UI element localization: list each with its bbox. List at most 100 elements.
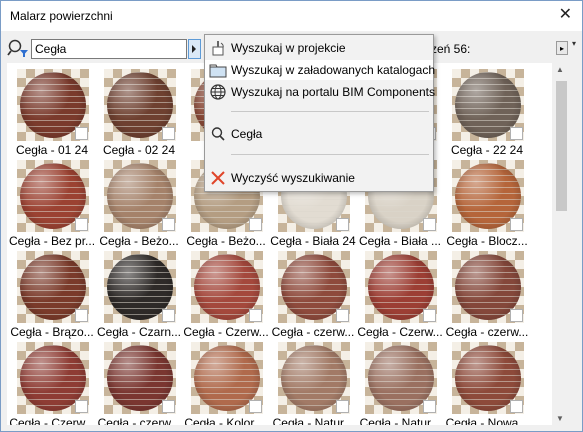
folder-icon [209,64,227,78]
material-checkbox[interactable] [162,127,175,140]
search-filter-icon[interactable] [7,38,29,58]
menu-item-search-in-loaded-libraries[interactable]: Wyszukaj w załadowanych katalogach [205,60,435,80]
material-label: Cegła - Czerw... [183,325,269,339]
material-thumbnail[interactable] [17,69,89,141]
material-thumbnail[interactable] [452,342,524,414]
material-checkbox[interactable] [423,309,436,322]
material-checkbox[interactable] [336,218,349,231]
menu-item-label: Wyszukaj w projekcie [231,41,346,55]
material-label: Cegła - Beżo... [99,234,179,248]
material-thumbnail[interactable] [104,251,176,323]
search-icon [211,127,225,141]
menu-item-label: Wyszukaj w załadowanych katalogach [231,63,435,77]
chevron-right-icon [192,45,196,53]
search-input[interactable] [32,40,188,58]
material-checkbox[interactable] [249,218,262,231]
material-checkbox[interactable] [510,400,523,413]
material-thumbnail[interactable] [17,160,89,232]
material-tile[interactable]: Cegła - Czarn... [96,249,182,339]
material-checkbox[interactable] [162,218,175,231]
material-thumbnail[interactable] [104,69,176,141]
material-tile[interactable]: Cegła - Czerw... [9,340,95,425]
material-thumbnail[interactable] [278,342,350,414]
material-checkbox[interactable] [336,400,349,413]
material-thumbnail[interactable] [365,251,437,323]
search-field[interactable] [31,39,188,59]
scrollbar-thumb[interactable] [556,81,567,211]
material-label: Cegła - 02 24 [102,143,176,157]
chevron-down-icon[interactable]: ▾ [572,39,576,48]
material-label: Cegła - Blocz... [446,234,528,248]
material-label: Cegła - Czarn... [96,325,182,339]
window-title: Malarz powierzchni [10,9,113,23]
material-checkbox[interactable] [75,218,88,231]
material-thumbnail[interactable] [191,251,263,323]
material-tile[interactable]: Cegła - Nowa... [444,340,530,425]
menu-item-search-in-project[interactable]: Wyszukaj w projekcie [205,38,433,58]
material-tile[interactable]: Cegła - czerw... [96,340,182,425]
menu-item-recent-search[interactable]: Cegła [205,124,433,144]
material-thumbnail[interactable] [17,251,89,323]
material-checkbox[interactable] [423,400,436,413]
material-checkbox[interactable] [510,309,523,322]
material-tile[interactable]: Cegła - Czerw... [357,249,443,339]
scroll-down-icon[interactable]: ▼ [556,414,564,423]
material-thumbnail[interactable] [191,342,263,414]
menu-item-clear-search[interactable]: Wyczyść wyszukiwanie [205,168,433,188]
material-label: Cegła - czerw... [97,416,181,425]
surface-painter-window: Malarz powierzchni ✕ czeń 56: ▸ ▾ Cegła … [0,0,583,432]
material-tile[interactable]: Cegła - Natur... [270,340,356,425]
material-checkbox[interactable] [336,309,349,322]
menu-item-search-bim-components[interactable]: Wyszukaj na portalu BIM Components [205,82,435,102]
material-thumbnail[interactable] [104,160,176,232]
material-checkbox[interactable] [75,309,88,322]
material-thumbnail[interactable] [365,342,437,414]
material-label: Cegła - czerw... [271,325,355,339]
material-label: Cegła - Nowa... [445,416,529,425]
scroll-up-icon[interactable]: ▲ [556,65,564,74]
title-bar: Malarz powierzchni ✕ [1,1,582,31]
material-thumbnail[interactable] [278,251,350,323]
material-label: Cegła - Bez pr... [9,234,95,248]
menu-separator [231,111,429,112]
material-thumbnail[interactable] [452,69,524,141]
menu-item-label: Cegła [231,127,263,141]
material-checkbox[interactable] [75,400,88,413]
material-tile[interactable]: Cegła - 22 24 [444,67,530,157]
material-tile[interactable]: Cegła - Natur... [357,340,443,425]
material-tile[interactable]: Cegła - czerw... [444,249,530,339]
material-tile[interactable]: Cegła - Beżo... [96,158,182,248]
material-tile[interactable]: Cegła - 01 24 [9,67,95,157]
material-label: Cegła - 01 24 [15,143,89,157]
menu-separator [231,154,429,155]
material-label: Cegła - 22 24 [450,143,524,157]
material-label: Cegła - Brązo... [10,325,94,339]
material-checkbox[interactable] [249,309,262,322]
material-checkbox[interactable] [510,127,523,140]
material-checkbox[interactable] [162,309,175,322]
material-thumbnail[interactable] [17,342,89,414]
material-tile[interactable]: Cegła - Czerw... [183,249,269,339]
material-checkbox[interactable] [249,400,262,413]
scroll-right-button[interactable]: ▸ [556,41,568,55]
material-label: Cegła - Natur... [272,416,354,425]
material-tile[interactable]: Cegła - Bez pr... [9,158,95,248]
material-thumbnail[interactable] [452,251,524,323]
material-tile[interactable]: Cegła - Kolor ... [183,340,269,425]
material-checkbox[interactable] [510,218,523,231]
search-options-button[interactable] [188,39,201,59]
material-thumbnail[interactable] [452,160,524,232]
vertical-scrollbar[interactable]: ▲ ▼ [553,63,570,425]
search-options-menu: Wyszukaj w projekcie Wyszukaj w załadowa… [204,34,435,192]
material-tile[interactable]: Cegła - Blocz... [444,158,530,248]
material-checkbox[interactable] [75,127,88,140]
material-tile[interactable]: Cegła - czerw... [270,249,356,339]
material-label: Cegła - Kolor ... [184,416,268,425]
material-tile[interactable]: Cegła - Brązo... [9,249,95,339]
material-checkbox[interactable] [162,400,175,413]
material-checkbox[interactable] [423,218,436,231]
material-thumbnail[interactable] [104,342,176,414]
material-label: Cegła - Beżo... [186,234,266,248]
close-icon[interactable]: ✕ [559,6,572,24]
material-tile[interactable]: Cegła - 02 24 [96,67,182,157]
